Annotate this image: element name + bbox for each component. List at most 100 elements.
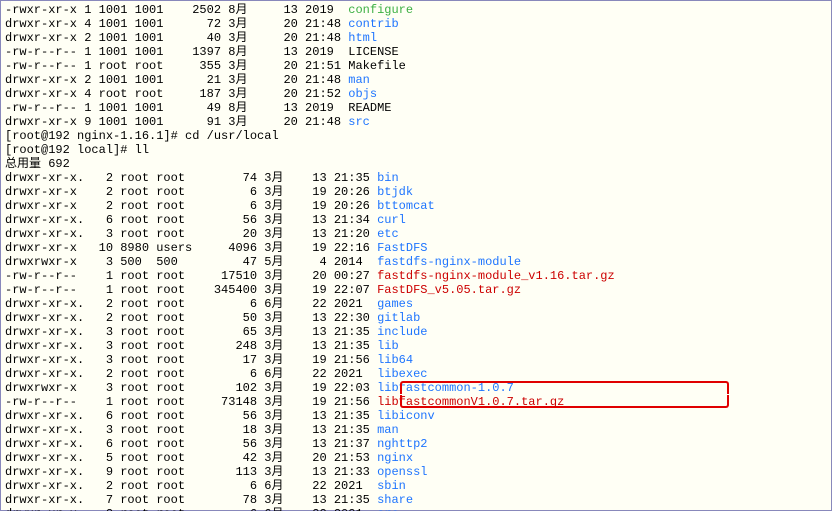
ls-row: -rw-r--r-- 1 root root 345400 3月 19 22:0… [5,283,827,297]
file-name: btjdk [377,185,413,199]
file-name: man [377,423,399,437]
file-meta: drwxr-xr-x. 3 root root 248 3月 13 21:35 [5,339,377,353]
file-name: src [348,115,370,129]
file-name: fastdfs-nginx-module_v1.16.tar.gz [377,269,615,283]
file-meta: drwxr-xr-x 9 1001 1001 91 3月 20 21:48 [5,115,348,129]
ls-row: drwxr-xr-x. 2 root root 6 6月 22 2021 sbi… [5,479,827,493]
file-name: Makefile [348,59,406,73]
file-meta: drwxr-xr-x. 6 root root 56 3月 13 21:34 [5,213,377,227]
file-name: contrib [348,17,398,31]
file-meta: drwxr-xr-x 4 1001 1001 72 3月 20 21:48 [5,17,348,31]
ls-row: -rw-r--r-- 1 1001 1001 49 8月 13 2019 REA… [5,101,827,115]
file-meta: drwxr-xr-x 2 1001 1001 40 3月 20 21:48 [5,31,348,45]
ls-row: -rwxr-xr-x 1 1001 1001 2502 8月 13 2019 c… [5,3,827,17]
ls-row: drwxr-xr-x 4 1001 1001 72 3月 20 21:48 co… [5,17,827,31]
highlight-box [400,381,729,394]
highlight-box [400,395,729,408]
ls-row: drwxr-xr-x. 2 root root 50 3月 13 22:30 g… [5,311,827,325]
ls-row: drwxr-xr-x. 2 root root 6 6月 22 2021 gam… [5,297,827,311]
file-meta: -rwxr-xr-x 1 1001 1001 2502 8月 13 2019 [5,3,348,17]
file-meta: -rw-r--r-- 1 root root 73148 3月 19 21:56 [5,395,377,409]
ls-row: drwxr-xr-x 2 1001 1001 21 3月 20 21:48 ma… [5,73,827,87]
file-name: nginx [377,451,413,465]
ls-row: drwxr-xr-x 2 root root 6 3月 19 20:26 btj… [5,185,827,199]
file-name: include [377,325,427,339]
file-meta: -rw-r--r-- 1 root root 345400 3月 19 22:0… [5,283,377,297]
file-name: fastdfs-nginx-module [377,255,521,269]
ls-row: drwxr-xr-x. 3 root root 20 3月 13 21:20 e… [5,227,827,241]
file-meta: drwxr-xr-x 2 root root 6 3月 19 20:26 [5,185,377,199]
file-name: games [377,297,413,311]
file-meta: -rw-r--r-- 1 1001 1001 49 8月 13 2019 [5,101,348,115]
ls-row: drwxr-xr-x 2 1001 1001 40 3月 20 21:48 ht… [5,31,827,45]
ls-row: -rw-r--r-- 1 root root 73148 3月 19 21:56… [5,395,827,409]
file-name: LICENSE [348,45,398,59]
ls-row: drwxr-xr-x. 2 root root 74 3月 13 21:35 b… [5,171,827,185]
file-name: src [377,507,399,511]
file-name: etc [377,227,399,241]
file-name: bin [377,171,399,185]
file-meta: -rw-r--r-- 1 1001 1001 1397 8月 13 2019 [5,45,348,59]
file-meta: -rw-r--r-- 1 root root 355 3月 20 21:51 [5,59,348,73]
file-meta: drwxr-xr-x. 2 root root 50 3月 13 22:30 [5,311,377,325]
command-line: [root@192 nginx-1.16.1]# cd /usr/local [5,129,827,143]
file-meta: drwxr-xr-x. 2 root root 74 3月 13 21:35 [5,171,377,185]
ls-row: drwxr-xr-x. 6 root root 56 3月 13 21:37 n… [5,437,827,451]
file-name: html [348,31,377,45]
ls-row: -rw-r--r-- 1 root root 355 3月 20 21:51 M… [5,59,827,73]
file-name: objs [348,87,377,101]
ls-row: drwxr-xr-x. 9 root root 113 3月 13 21:33 … [5,465,827,479]
file-meta: drwxrwxr-x 3 root root 102 3月 19 22:03 [5,381,377,395]
file-meta: drwxr-xr-x. 2 root root 6 6月 22 2021 [5,479,377,493]
ls-row: drwxr-xr-x. 3 root root 18 3月 13 21:35 m… [5,423,827,437]
file-name: configure [348,3,413,17]
file-name: sbin [377,479,406,493]
file-meta: drwxr-xr-x. 9 root root 113 3月 13 21:33 [5,465,377,479]
file-meta: drwxr-xr-x. 3 root root 18 3月 13 21:35 [5,423,377,437]
ls-row: drwxr-xr-x 2 root root 6 3月 19 20:26 btt… [5,199,827,213]
file-meta: drwxrwxr-x 3 500 500 47 5月 4 2014 [5,255,377,269]
ls-row: drwxr-xr-x. 2 root root 6 6月 22 2021 lib… [5,367,827,381]
ls-row: drwxr-xr-x. 5 root root 42 3月 20 21:53 n… [5,451,827,465]
ls-row: drwxr-xr-x 10 8980 users 4096 3月 19 22:1… [5,241,827,255]
file-meta: drwxr-xr-x. 2 root root 6 6月 22 2021 [5,507,377,511]
file-name: curl [377,213,406,227]
file-name: lib [377,339,399,353]
file-meta: drwxr-xr-x. 6 root root 56 3月 13 21:37 [5,437,377,451]
file-meta: drwxr-xr-x. 7 root root 78 3月 13 21:35 [5,493,377,507]
file-meta: drwxr-xr-x 4 root root 187 3月 20 21:52 [5,87,348,101]
file-name: man [348,73,370,87]
ls-row: -rw-r--r-- 1 root root 17510 3月 20 00:27… [5,269,827,283]
file-name: FastDFS_v5.05.tar.gz [377,283,521,297]
file-meta: drwxr-xr-x. 3 root root 65 3月 13 21:35 [5,325,377,339]
file-name: README [348,101,391,115]
ls-row: drwxrwxr-x 3 500 500 47 5月 4 2014 fastdf… [5,255,827,269]
ls-row: drwxr-xr-x. 3 root root 248 3月 13 21:35 … [5,339,827,353]
ls-row: drwxr-xr-x. 2 root root 6 6月 22 2021 src [5,507,827,511]
file-meta: drwxr-xr-x. 3 root root 17 3月 19 21:56 [5,353,377,367]
ls-row: drwxr-xr-x. 3 root root 65 3月 13 21:35 i… [5,325,827,339]
file-name: gitlab [377,311,420,325]
file-meta: drwxr-xr-x. 3 root root 20 3月 13 21:20 [5,227,377,241]
terminal-window[interactable]: -rwxr-xr-x 1 1001 1001 2502 8月 13 2019 c… [0,0,832,511]
ls-row: drwxr-xr-x 9 1001 1001 91 3月 20 21:48 sr… [5,115,827,129]
ls-row: -rw-r--r-- 1 1001 1001 1397 8月 13 2019 L… [5,45,827,59]
file-name: openssl [377,465,427,479]
file-meta: -rw-r--r-- 1 root root 17510 3月 20 00:27 [5,269,377,283]
ls-row: drwxr-xr-x. 6 root root 56 3月 13 21:34 c… [5,213,827,227]
file-meta: drwxr-xr-x. 2 root root 6 6月 22 2021 [5,367,377,381]
file-meta: drwxr-xr-x. 6 root root 56 3月 13 21:35 [5,409,377,423]
ls-row: drwxr-xr-x. 7 root root 78 3月 13 21:35 s… [5,493,827,507]
file-meta: drwxr-xr-x 2 1001 1001 21 3月 20 21:48 [5,73,348,87]
file-meta: drwxr-xr-x. 5 root root 42 3月 20 21:53 [5,451,377,465]
ls-row: drwxrwxr-x 3 root root 102 3月 19 22:03 l… [5,381,827,395]
ls-row: drwxr-xr-x. 3 root root 17 3月 19 21:56 l… [5,353,827,367]
file-name: share [377,493,413,507]
ls-row: drwxr-xr-x 4 root root 187 3月 20 21:52 o… [5,87,827,101]
ls-row: drwxr-xr-x. 6 root root 56 3月 13 21:35 l… [5,409,827,423]
file-meta: drwxr-xr-x 2 root root 6 3月 19 20:26 [5,199,377,213]
file-name: FastDFS [377,241,427,255]
file-meta: drwxr-xr-x. 2 root root 6 6月 22 2021 [5,297,377,311]
file-name: libexec [377,367,427,381]
file-meta: drwxr-xr-x 10 8980 users 4096 3月 19 22:1… [5,241,377,255]
